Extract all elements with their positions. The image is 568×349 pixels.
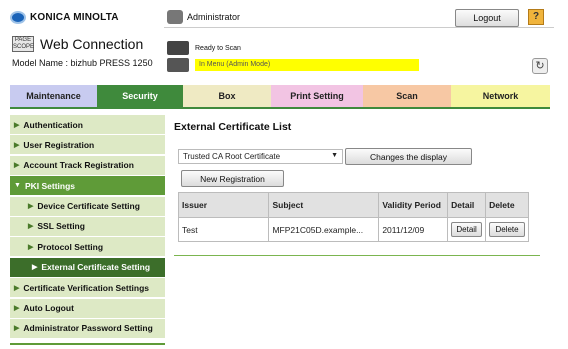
mode-status-row: In Menu (Admin Mode) <box>167 58 419 72</box>
validity-cell: 2011/12/09 <box>378 217 449 242</box>
delete-cell: Delete <box>485 217 529 242</box>
column-header-detail: Detail <box>447 192 487 218</box>
device-status-text: Ready to Scan <box>195 44 241 52</box>
sidebar-item-account-track-registration[interactable]: ▶ Account Track Registration <box>10 155 165 175</box>
sidebar-item-authentication[interactable]: ▶ Authentication <box>10 115 165 134</box>
expand-arrow-icon: ▶ <box>28 223 34 231</box>
column-header-subject: Subject <box>268 192 380 218</box>
detail-button[interactable]: Detail <box>451 222 483 237</box>
tab-scan[interactable]: Scan <box>363 85 451 107</box>
certificate-type-select[interactable]: Trusted CA Root Certificate ▼ <box>178 149 343 164</box>
printer-status-icon <box>167 41 189 55</box>
expand-arrow-icon: ▶ <box>14 325 20 333</box>
admin-label: Administrator <box>187 12 241 22</box>
refresh-icon[interactable]: ↻ <box>532 58 548 74</box>
table-header-row: Issuer Subject Validity Period Detail De… <box>177 192 529 218</box>
expand-arrow-icon: ▶ <box>14 305 20 313</box>
tab-maintenance[interactable]: Maintenance <box>10 85 97 107</box>
table-row: Test MFP21C05D.example... 2011/12/09 Det… <box>177 217 529 242</box>
sidebar-item-label: External Certificate Setting <box>41 262 151 273</box>
tab-print-setting[interactable]: Print Setting <box>271 85 363 107</box>
collapse-arrow-icon: ▼ <box>14 182 21 190</box>
expand-arrow-icon: ▶ <box>14 284 20 292</box>
content-divider <box>174 255 540 256</box>
pagescope-logo-icon: PAGE SCOPE <box>12 36 35 52</box>
product-title: Web Connection <box>40 36 144 52</box>
change-display-button[interactable]: Changes the display <box>345 148 472 165</box>
page-title: External Certificate List <box>174 121 292 133</box>
admin-mode-icon <box>167 58 189 72</box>
tab-network[interactable]: Network <box>451 85 550 107</box>
new-registration-button[interactable]: New Registration <box>181 170 284 187</box>
brand-name: KONICA MINOLTA <box>30 11 119 23</box>
expand-arrow-icon: ▶ <box>14 121 20 129</box>
help-icon[interactable]: ? <box>528 9 544 25</box>
expand-arrow-icon: ▶ <box>32 264 38 272</box>
device-status-row: Ready to Scan <box>167 41 241 55</box>
sidebar-item-auto-logout[interactable]: ▶ Auto Logout <box>10 298 165 318</box>
subject-cell: MFP21C05D.example... <box>268 217 380 242</box>
sidebar-item-label: Device Certificate Setting <box>37 201 140 212</box>
expand-arrow-icon: ▶ <box>28 203 34 211</box>
sidebar-item-device-certificate-setting[interactable]: ▶ Device Certificate Setting <box>10 196 165 216</box>
sidebar-item-label: Administrator Password Setting <box>23 323 153 334</box>
sidebar-item-label: User Registration <box>23 139 95 150</box>
dropdown-arrow-icon: ▼ <box>331 152 338 159</box>
sidebar-menu: ▶ Authentication ▶ User Registration ▶ A… <box>10 115 165 339</box>
expand-arrow-icon: ▶ <box>14 141 20 149</box>
tab-underline <box>10 107 550 109</box>
sidebar-item-label: SSL Setting <box>37 221 85 232</box>
administrator-icon <box>167 10 183 24</box>
admin-indicator: Administrator <box>167 10 240 24</box>
sidebar-item-external-certificate-setting[interactable]: ▶ External Certificate Setting <box>10 257 165 277</box>
certificate-table: Issuer Subject Validity Period Detail De… <box>177 192 529 242</box>
web-connection-header: PAGE SCOPE Web Connection <box>12 36 143 52</box>
certificate-type-value: Trusted CA Root Certificate <box>183 152 281 161</box>
issuer-cell: Test <box>177 217 270 242</box>
column-header-validity-period: Validity Period <box>378 192 449 218</box>
delete-button[interactable]: Delete <box>489 222 525 237</box>
sidebar-item-label: Authentication <box>23 119 83 130</box>
expand-arrow-icon: ▶ <box>28 243 34 251</box>
sidebar-item-user-registration[interactable]: ▶ User Registration <box>10 135 165 155</box>
konica-minolta-logo-icon <box>10 10 26 24</box>
tab-box[interactable]: Box <box>183 85 271 107</box>
sidebar-item-label: Auto Logout <box>23 303 74 314</box>
mode-status-text: In Menu (Admin Mode) <box>195 59 419 71</box>
sidebar-item-label: PKI Settings <box>24 180 75 191</box>
main-tabs: Maintenance Security Box Print Setting S… <box>10 85 550 107</box>
sidebar-item-label: Protocol Setting <box>37 241 104 252</box>
sidebar-item-administrator-password-setting[interactable]: ▶ Administrator Password Setting <box>10 318 165 338</box>
sidebar-divider <box>10 343 165 345</box>
sidebar-item-protocol-setting[interactable]: ▶ Protocol Setting <box>10 237 165 257</box>
tab-security[interactable]: Security <box>97 85 183 107</box>
logout-button[interactable]: Logout <box>455 9 519 27</box>
sidebar-item-ssl-setting[interactable]: ▶ SSL Setting <box>10 216 165 236</box>
expand-arrow-icon: ▶ <box>14 162 20 170</box>
konica-minolta-brand: KONICA MINOLTA <box>10 8 160 26</box>
sidebar-item-certificate-verification-settings[interactable]: ▶ Certificate Verification Settings <box>10 278 165 298</box>
header-divider <box>164 27 554 28</box>
sidebar-item-pki-settings[interactable]: ▼ PKI Settings <box>10 176 165 196</box>
model-name: Model Name : bizhub PRESS 1250 <box>12 58 153 68</box>
detail-cell: Detail <box>447 217 487 242</box>
column-header-delete: Delete <box>485 192 529 218</box>
sidebar-item-label: Account Track Registration <box>23 160 134 171</box>
column-header-issuer: Issuer <box>177 192 270 218</box>
sidebar-item-label: Certificate Verification Settings <box>23 282 150 293</box>
